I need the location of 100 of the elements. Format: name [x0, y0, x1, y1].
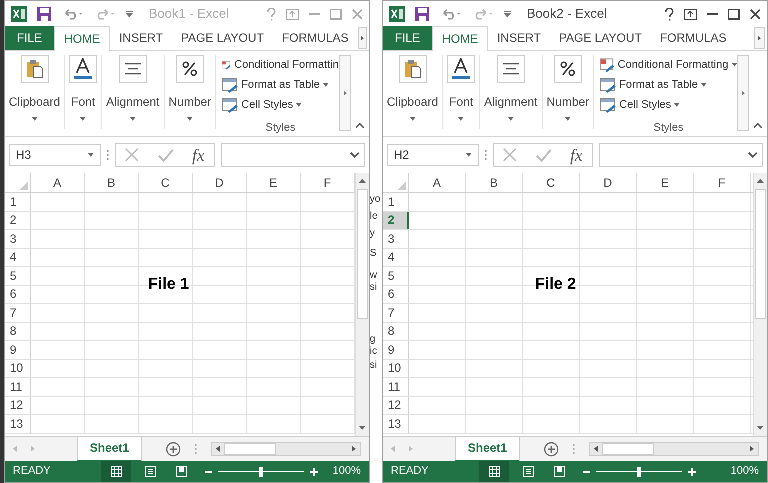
ribbon-group-button[interactable]: Clipboard	[383, 55, 444, 129]
styles-item[interactable]: Cell Styles	[600, 95, 737, 116]
scroll-thumb[interactable]	[602, 443, 654, 455]
styles-item[interactable]: Format as Table	[222, 75, 339, 96]
name-box[interactable]: H3	[9, 144, 101, 166]
add-sheet-icon[interactable]	[166, 442, 182, 456]
ribbon-display-icon[interactable]	[684, 8, 697, 20]
row-header[interactable]: 8	[383, 322, 409, 340]
ribbon-tab[interactable]: HOME	[54, 26, 110, 51]
insert-function-button[interactable]: fx	[192, 146, 205, 164]
row-header[interactable]: 4	[383, 248, 409, 266]
row-header[interactable]: 2	[5, 212, 31, 229]
save-icon[interactable]	[37, 6, 52, 22]
slider-thumb[interactable]	[259, 466, 263, 476]
sheet-tab[interactable]: Sheet1	[455, 436, 520, 462]
name-box[interactable]: H2	[387, 144, 479, 166]
scroll-thumb[interactable]	[224, 443, 276, 455]
excel-logo-icon[interactable]	[389, 6, 405, 22]
row-header[interactable]: 6	[383, 286, 409, 303]
column-header[interactable]: B	[466, 173, 523, 192]
customize-toolbar-icon[interactable]	[504, 10, 511, 18]
row-header[interactable]: 10	[383, 360, 409, 377]
zoom-in-icon[interactable]	[310, 468, 318, 476]
collapse-ribbon-icon[interactable]	[356, 123, 364, 128]
close-icon[interactable]	[750, 8, 761, 20]
page-break-icon[interactable]	[176, 466, 187, 477]
row-header[interactable]: 12	[5, 396, 31, 414]
column-header[interactable]: A	[31, 173, 85, 192]
ribbon-tab[interactable]: INSERT	[488, 26, 550, 50]
column-header[interactable]: F	[694, 173, 751, 192]
ribbon-group-button[interactable]: Clipboard	[5, 55, 66, 129]
row-header[interactable]: 13	[5, 415, 31, 432]
styles-item[interactable]: Conditional Formatting	[600, 55, 737, 76]
vertical-scrollbar[interactable]	[355, 173, 369, 436]
row-header[interactable]: 11	[5, 378, 31, 396]
file-tab[interactable]: FILE	[5, 26, 54, 50]
row-header[interactable]: 6	[5, 286, 31, 303]
ribbon-tab[interactable]: HOME	[432, 26, 488, 51]
column-header[interactable]: D	[193, 173, 247, 192]
column-header[interactable]: B	[85, 173, 139, 192]
styles-item[interactable]: Format as Table	[600, 75, 737, 96]
ribbon-tab[interactable]: PAGE LAYOUT	[172, 26, 274, 50]
ribbon-group-button[interactable]: Number	[542, 55, 594, 129]
row-header[interactable]: 2	[383, 212, 409, 229]
styles-item[interactable]: Conditional Formattin	[222, 55, 339, 76]
page-layout-icon[interactable]	[145, 466, 156, 477]
row-header[interactable]: 3	[5, 230, 31, 248]
row-header[interactable]: 4	[5, 248, 31, 266]
column-header[interactable]: C	[139, 173, 193, 192]
styles-item[interactable]: Cell Styles	[222, 95, 339, 116]
ribbon-tab[interactable]: PAGE LAYOUT	[550, 26, 652, 50]
page-break-icon[interactable]	[554, 466, 565, 477]
zoom-in-icon[interactable]	[688, 468, 696, 476]
tab-scroll-button[interactable]	[358, 27, 367, 49]
ribbon-group-button[interactable]: Alignment	[102, 55, 165, 129]
row-header[interactable]: 13	[383, 415, 409, 432]
row-header[interactable]: 8	[5, 322, 31, 340]
row-header[interactable]: 3	[383, 230, 409, 248]
check-icon[interactable]	[536, 148, 552, 162]
row-header[interactable]: 5	[5, 267, 31, 284]
collapse-ribbon-icon[interactable]	[754, 123, 762, 128]
row-header[interactable]: 10	[5, 360, 31, 377]
column-header[interactable]: A	[409, 173, 466, 192]
ribbon-group-button[interactable]: Font	[65, 55, 102, 129]
ribbon-tab[interactable]: INSERT	[110, 26, 172, 50]
check-icon[interactable]	[158, 148, 174, 162]
save-icon[interactable]	[415, 6, 430, 22]
add-sheet-icon[interactable]	[544, 442, 560, 456]
column-header[interactable]: E	[247, 173, 301, 192]
ribbon-group-button[interactable]: Alignment	[480, 55, 543, 129]
maximize-icon[interactable]	[728, 8, 740, 20]
normal-view-button[interactable]	[479, 461, 509, 482]
zoom-slider[interactable]	[596, 466, 682, 476]
row-header[interactable]: 9	[5, 341, 31, 358]
column-header[interactable]: D	[580, 173, 637, 192]
row-header[interactable]: 7	[5, 304, 31, 322]
row-header[interactable]: 5	[383, 267, 409, 284]
help-icon[interactable]	[665, 8, 674, 20]
sheet-tab[interactable]: Sheet1	[77, 436, 142, 462]
horizontal-scrollbar[interactable]	[211, 442, 361, 456]
column-header[interactable]: E	[637, 173, 694, 192]
scroll-thumb[interactable]	[357, 189, 368, 319]
excel-logo-icon[interactable]	[11, 6, 27, 22]
row-header[interactable]: 12	[383, 396, 409, 414]
insert-function-button[interactable]: fx	[570, 146, 583, 164]
tab-scroll-button[interactable]	[754, 27, 765, 49]
horizontal-scrollbar[interactable]	[589, 442, 759, 456]
row-header[interactable]: 9	[383, 341, 409, 358]
row-header[interactable]: 1	[383, 193, 409, 210]
file-tab[interactable]: FILE	[383, 26, 432, 50]
ribbon-tab[interactable]: FORMULAS	[651, 26, 736, 50]
row-header[interactable]: 7	[383, 304, 409, 322]
row-header[interactable]: 11	[383, 378, 409, 396]
column-header[interactable]: C	[523, 173, 580, 192]
minimize-icon[interactable]	[707, 12, 718, 16]
normal-view-button[interactable]	[101, 461, 131, 482]
scroll-thumb[interactable]	[755, 189, 766, 319]
page-layout-icon[interactable]	[523, 466, 534, 477]
ribbon-group-button[interactable]: Number	[164, 55, 216, 129]
formula-input[interactable]	[221, 143, 365, 167]
